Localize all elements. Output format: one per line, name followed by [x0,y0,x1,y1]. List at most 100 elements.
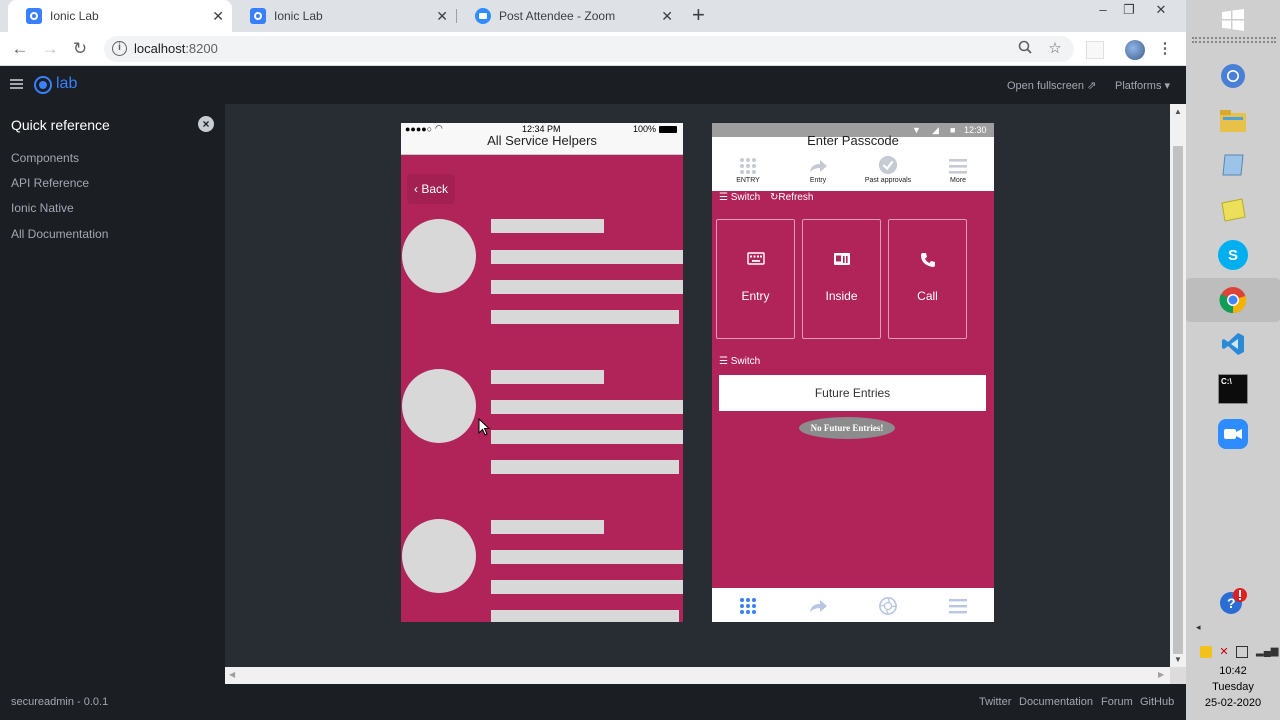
help-alert-icon[interactable]: ? [1218,586,1248,616]
app-version: secureadmin - 0.0.1 [11,696,109,708]
notepad-icon[interactable] [1218,150,1248,180]
restore-button[interactable]: ❐ [1116,0,1142,22]
skeleton-line [491,550,683,564]
tab-past-approvals[interactable]: Past approvals [853,155,923,184]
skeleton-line [491,580,683,594]
refresh-label: Refresh [778,192,814,203]
chevron-left-icon: ‹ [413,182,418,196]
tray-signal-icon[interactable]: ▂▄▆ [1256,646,1278,658]
switch-link[interactable]: ☰ Switch [719,192,760,203]
windows-start-icon[interactable] [1221,8,1245,32]
menu-icon [949,159,967,174]
tray-battery-icon[interactable] [1236,646,1248,658]
tile-entry[interactable]: Entry [716,219,795,339]
bookmark-star-icon[interactable]: ☆ [1046,40,1064,58]
tab-label: ENTRY [736,177,760,184]
skype-icon[interactable]: S [1218,240,1248,270]
scroll-right-arrow-icon[interactable]: ▶ [1158,670,1164,679]
refresh-link[interactable]: ↻Refresh [770,192,813,203]
minimize-button[interactable]: – [1090,0,1116,22]
scroll-left-arrow-icon[interactable]: ◀ [229,670,235,679]
url-port: :8200 [185,41,218,56]
switch-link-2[interactable]: ☰ Switch [719,356,760,367]
file-explorer-icon[interactable] [1218,106,1248,136]
quick-reference-sidebar: Quick reference × Components API Referen… [0,104,225,720]
extension-icon[interactable] [1086,41,1104,59]
external-link-icon: ⇗ [1087,80,1097,92]
close-tab-icon[interactable]: ✕ [661,8,673,24]
footer-link-forum[interactable]: Forum [1101,696,1133,708]
tile-call[interactable]: Call [888,219,967,339]
chrome-canary-icon[interactable] [1218,61,1248,91]
taskbar-time[interactable]: 10:42 [1186,665,1280,677]
tile-inside[interactable]: Inside [802,219,881,339]
tray-folder-icon[interactable] [1200,646,1212,658]
taskbar-date[interactable]: 25-02-2020 [1186,697,1280,709]
sidebar-item-all-documentation[interactable]: All Documentation [11,227,108,241]
tab-title: Post Attendee - Zoom [499,9,616,23]
menu-dots-icon[interactable]: ⋮ [1156,40,1174,58]
close-window-button[interactable]: ✕ [1148,0,1174,22]
tab-zoom[interactable]: Post Attendee - Zoom ✕ [457,0,681,32]
switch-label: Switch [730,356,761,367]
share-arrow-icon[interactable] [808,597,828,615]
tab-ionic-lab-active[interactable]: Ionic Lab ✕ [8,0,232,32]
skeleton-avatar [402,369,476,443]
url-host: localhost [134,41,186,56]
vertical-scrollbar[interactable]: ▲ ▼ [1170,104,1186,667]
sticky-notes-icon[interactable] [1218,195,1248,225]
address-bar[interactable]: i localhost:8200 [104,36,1074,62]
close-sidebar-icon[interactable]: × [198,116,214,132]
forward-arrow-icon[interactable]: → [39,38,61,60]
tab-entry-share[interactable]: Entry [783,157,853,184]
sidebar-item-components[interactable]: Components [11,151,79,165]
info-icon[interactable]: i [112,41,127,56]
screen: Ionic Lab ✕ Ionic Lab ✕ Post Attendee - … [0,0,1280,720]
mouse-cursor-icon [478,418,490,436]
close-tab-icon[interactable]: ✕ [212,8,224,24]
tile-label: Entry [741,289,770,303]
grid-icon[interactable] [738,597,758,615]
tray-expand-icon[interactable]: ◂ [1196,622,1201,633]
tile-label: Inside [825,289,858,303]
scroll-down-arrow-icon[interactable]: ▼ [1170,655,1186,664]
scroll-up-arrow-icon[interactable]: ▲ [1170,107,1186,116]
reload-icon[interactable]: ↻ [69,38,91,60]
tab-ionic-lab[interactable]: Ionic Lab ✕ [232,0,456,32]
close-tab-icon[interactable]: ✕ [436,8,448,24]
skeleton-line [491,400,683,414]
preview-stage [225,104,1170,667]
sidebar-title: Quick reference [11,117,110,133]
skeleton-avatar [402,219,476,293]
tray-network-error-icon[interactable]: ✕ [1218,646,1230,658]
sidebar-item-ionic-native[interactable]: Ionic Native [11,201,74,215]
profile-avatar[interactable] [1125,40,1145,60]
chrome-icon-selected[interactable] [1186,278,1280,322]
sidebar-item-api-reference[interactable]: API Reference [11,176,89,190]
tab-entry-grid[interactable]: ENTRY [713,157,783,184]
zoom-app-icon[interactable] [1218,419,1248,449]
vscode-icon[interactable] [1218,329,1248,359]
footer-link-documentation[interactable]: Documentation [1019,696,1093,708]
horizontal-scrollbar[interactable]: ◀ ▶ [225,667,1170,684]
browser-tab-strip: Ionic Lab ✕ Ionic Lab ✕ Post Attendee - … [0,0,1186,32]
aperture-icon[interactable] [878,597,898,615]
menu-icon[interactable] [948,597,968,615]
scroll-thumb[interactable] [1173,146,1183,654]
check-circle-icon [878,155,898,175]
platforms-label: Platforms [1115,80,1162,92]
future-entries-button[interactable]: Future Entries [719,375,986,411]
taskbar-day[interactable]: Tuesday [1186,681,1280,693]
back-button[interactable]: ‹ Back [407,174,455,204]
zoom-search-icon[interactable] [1016,40,1034,58]
command-prompt-icon[interactable]: C:\ [1218,374,1248,404]
tab-more[interactable]: More [923,157,993,184]
new-tab-button[interactable]: + [692,4,705,26]
platforms-dropdown[interactable]: Platforms ▾ [1115,79,1170,92]
open-fullscreen-link[interactable]: Open fullscreen ⇗ [1007,79,1096,92]
hamburger-menu-icon[interactable] [10,79,23,89]
footer-link-twitter[interactable]: Twitter [979,696,1011,708]
footer-link-github[interactable]: GitHub [1140,696,1174,708]
back-arrow-icon[interactable]: ← [9,38,31,60]
battery-icon [659,126,677,133]
